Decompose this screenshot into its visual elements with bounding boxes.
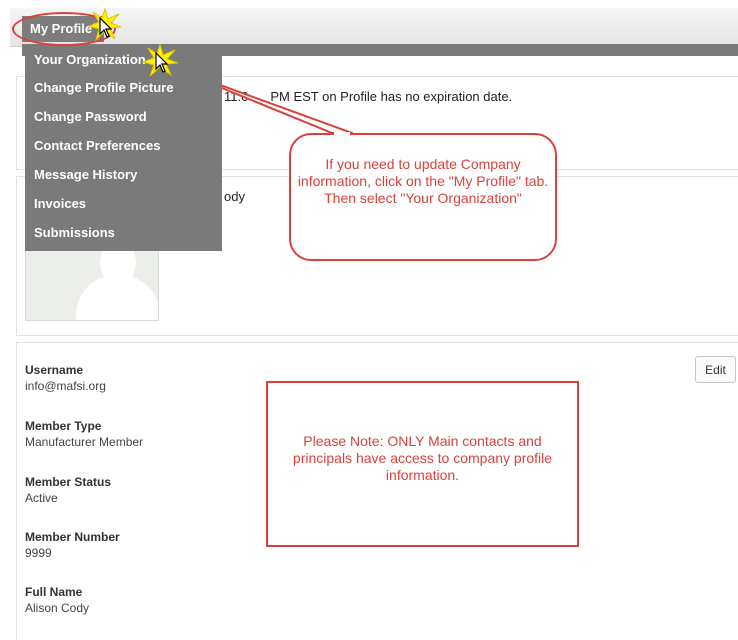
field-value: Alison Cody <box>25 601 90 615</box>
instruction-callout: If you need to update Company informatio… <box>289 133 557 261</box>
field-member-type: Member Type Manufacturer Member <box>25 419 143 449</box>
menu-item-submissions[interactable]: Submissions <box>25 218 222 247</box>
edit-button[interactable]: Edit <box>695 356 736 383</box>
field-value: Manufacturer Member <box>25 435 144 449</box>
field-value: info@mafsi.org <box>25 379 106 393</box>
note-callout: Please Note: ONLY Main contacts and prin… <box>266 381 579 547</box>
field-label: Full Name <box>25 585 83 599</box>
cursor-arrow-icon <box>155 52 169 73</box>
field-label: Member Type <box>25 419 102 433</box>
field-full-name: Full Name Alison Cody <box>25 585 89 615</box>
cursor-arrow-icon <box>99 17 113 38</box>
profile-dropdown-menu: Your Organization Change Profile Picture… <box>25 46 222 251</box>
menu-item-invoices[interactable]: Invoices <box>25 189 222 218</box>
field-member-status: Member Status Active <box>25 475 111 505</box>
expiration-text: 11:0 PM EST on Profile has no expiration … <box>224 89 513 104</box>
field-username: Username info@mafsi.org <box>25 363 106 393</box>
menu-item-your-organization[interactable]: Your Organization <box>25 46 222 73</box>
field-value: 9999 <box>25 546 52 560</box>
profile-name: ody <box>224 189 245 204</box>
menu-item-message-history[interactable]: Message History <box>25 160 222 189</box>
menu-item-change-profile-picture[interactable]: Change Profile Picture <box>25 73 222 102</box>
menu-item-contact-preferences[interactable]: Contact Preferences <box>25 131 222 160</box>
field-label: Username <box>25 363 84 377</box>
callout-text: If you need to update Company informatio… <box>297 156 549 206</box>
note-text: Please Note: ONLY Main contacts and prin… <box>292 433 553 483</box>
field-label: Member Status <box>25 475 112 489</box>
field-member-number: Member Number 9999 <box>25 530 120 560</box>
menu-item-change-password[interactable]: Change Password <box>25 102 222 131</box>
field-label: Member Number <box>25 530 120 544</box>
field-value: Active <box>25 491 58 505</box>
